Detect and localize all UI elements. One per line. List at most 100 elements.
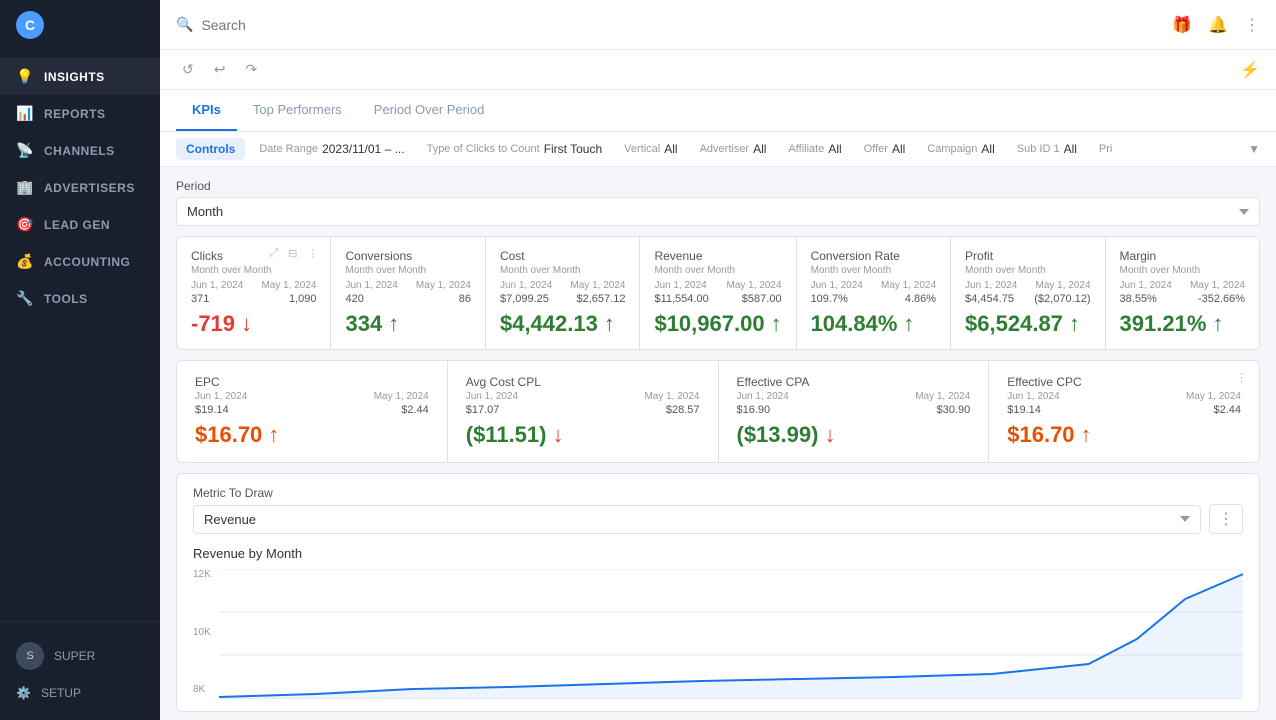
rev-dates: Jun 1, 2024 May 1, 2024 <box>654 280 781 291</box>
setup-link[interactable]: ⚙️ SETUP <box>0 678 160 708</box>
profit-title: Profit <box>965 249 1090 263</box>
notification-icon[interactable]: 🔔 <box>1208 15 1228 35</box>
eff-cpc-arrow-up: ↑ <box>1081 422 1092 448</box>
filter-card-icon[interactable]: ⊟ <box>284 245 301 262</box>
controls-label: Controls <box>186 142 235 156</box>
filter-affiliate[interactable]: Affiliate All <box>780 139 849 159</box>
leadgen-icon: 🎯 <box>16 216 34 233</box>
filter-vertical[interactable]: Vertical All <box>616 139 685 159</box>
sidebar-item-accounting[interactable]: 💰 ACCOUNTING <box>0 243 160 280</box>
tab-kpis[interactable]: KPIs <box>176 90 237 131</box>
undo2-button[interactable]: ↩ <box>208 57 232 82</box>
logo-icon: C <box>16 11 44 39</box>
sidebar: C 💡 INSIGHTS 📊 REPORTS 📡 CHANNELS 🏢 ADVE… <box>0 0 160 720</box>
sidebar-item-leadgen[interactable]: 🎯 LEAD GEN <box>0 206 160 243</box>
search-box: 🔍 <box>176 16 1160 33</box>
conv-values: 420 86 <box>345 293 470 305</box>
filter-offer[interactable]: Offer All <box>856 139 914 159</box>
filter-campaign[interactable]: Campaign All <box>919 139 1002 159</box>
filters-chevron-icon[interactable]: ▼ <box>1248 142 1260 156</box>
sidebar-item-reports[interactable]: 📊 REPORTS <box>0 95 160 132</box>
profit-arrow-up: ↑ <box>1069 311 1080 337</box>
avg-cpl-values: $17.07 $28.57 <box>466 404 700 416</box>
cost-values: $7,099.25 $2,657.12 <box>500 293 625 305</box>
sidebar-item-advertisers[interactable]: 🏢 ADVERTISERS <box>0 169 160 206</box>
profit-dates: Jun 1, 2024 May 1, 2024 <box>965 280 1090 291</box>
filter-icon[interactable]: ⚡ <box>1240 60 1260 80</box>
clicks-values: 371 1,090 <box>191 293 316 305</box>
kpi-card-profit: Profit Month over Month Jun 1, 2024 May … <box>951 237 1105 349</box>
undo-button[interactable]: ↺ <box>176 57 200 82</box>
main-content: 🔍 🎁 🔔 ⋮ ↺ ↩ ↷ ⚡ KPIs Top Performers Peri… <box>160 0 1276 720</box>
cost-arrow-up: ↑ <box>604 311 615 337</box>
metric-label: Metric To Draw <box>193 486 1243 500</box>
sidebar-item-tools[interactable]: 🔧 TOOLS <box>0 280 160 317</box>
filter-click-type[interactable]: Type of Clicks to Count First Touch <box>419 139 611 159</box>
conv-subtitle: Month over Month <box>345 265 470 276</box>
user-profile[interactable]: S SUPER <box>0 634 160 678</box>
sidebar-bottom: S SUPER ⚙️ SETUP <box>0 621 160 720</box>
gift-icon[interactable]: 🎁 <box>1172 15 1192 35</box>
eff-cpc-dates: Jun 1, 2024 May 1, 2024 <box>1007 391 1241 402</box>
metric-select-row: Revenue Clicks Conversions Cost Profit ⋮ <box>193 504 1243 534</box>
epc-arrow-up: ↑ <box>268 422 279 448</box>
sidebar-item-insights[interactable]: 💡 INSIGHTS <box>0 58 160 95</box>
period-select[interactable]: Month Day Week Quarter Year <box>176 197 1260 226</box>
avatar: S <box>16 642 44 670</box>
expand-icon[interactable]: ⤢ <box>265 245 282 262</box>
sidebar-item-label: TOOLS <box>44 292 88 306</box>
card-toolbar-cpc: ⋮ <box>1232 369 1251 386</box>
rev-title: Revenue <box>654 249 781 263</box>
metric-select[interactable]: Revenue Clicks Conversions Cost Profit <box>193 505 1201 534</box>
cr-dates: Jun 1, 2024 May 1, 2024 <box>811 280 936 291</box>
sidebar-item-label: INSIGHTS <box>44 70 105 84</box>
sidebar-item-label: ACCOUNTING <box>44 255 130 269</box>
conv-main: 334 ↑ <box>345 311 470 337</box>
kpi-card-conv-rate: Conversion Rate Month over Month Jun 1, … <box>797 237 951 349</box>
search-icon: 🔍 <box>176 16 193 33</box>
cost-subtitle: Month over Month <box>500 265 625 276</box>
tab-period-over-period[interactable]: Period Over Period <box>358 90 501 131</box>
clicks-date2: May 1, 2024 <box>261 280 316 291</box>
filter-pri[interactable]: Pri <box>1091 140 1120 158</box>
margin-title: Margin <box>1120 249 1245 263</box>
epc-title: EPC <box>195 375 429 389</box>
chart-more-button[interactable]: ⋮ <box>1209 504 1243 534</box>
clicks-main: -719 ↓ <box>191 311 316 337</box>
more-cpc-icon[interactable]: ⋮ <box>1232 369 1251 386</box>
chart-title: Revenue by Month <box>193 546 1243 561</box>
filter-advertiser[interactable]: Advertiser All <box>692 139 775 159</box>
kpi-card-revenue: Revenue Month over Month Jun 1, 2024 May… <box>640 237 796 349</box>
period-section: Period Month Day Week Quarter Year <box>176 179 1260 226</box>
y-label-12k: 12K <box>193 569 211 580</box>
filter-controls[interactable]: Controls <box>176 138 245 160</box>
chart-container: 12K 10K 8K <box>193 569 1243 699</box>
kpi-card-epc: EPC Jun 1, 2024 May 1, 2024 $19.14 $2.44… <box>177 361 448 462</box>
more-card-icon[interactable]: ⋮ <box>303 245 322 262</box>
tools-icon: 🔧 <box>16 290 34 307</box>
sidebar-item-channels[interactable]: 📡 CHANNELS <box>0 132 160 169</box>
topbar: 🔍 🎁 🔔 ⋮ <box>160 0 1276 50</box>
eff-cpa-values: $16.90 $30.90 <box>737 404 971 416</box>
setup-label: SETUP <box>41 686 81 700</box>
sidebar-nav: 💡 INSIGHTS 📊 REPORTS 📡 CHANNELS 🏢 ADVERT… <box>0 50 160 621</box>
epc-dates: Jun 1, 2024 May 1, 2024 <box>195 391 429 402</box>
clicks-arrow-down: ↓ <box>241 311 252 337</box>
eff-cpa-dates: Jun 1, 2024 May 1, 2024 <box>737 391 971 402</box>
search-input[interactable] <box>201 17 401 33</box>
kpi-row-2: EPC Jun 1, 2024 May 1, 2024 $19.14 $2.44… <box>176 360 1260 463</box>
profit-values: $4,454.75 ($2,070.12) <box>965 293 1090 305</box>
content-area: Period Month Day Week Quarter Year ⤢ ⊟ ⋮… <box>160 167 1276 720</box>
margin-main: 391.21% ↑ <box>1120 311 1245 337</box>
avg-cpl-arrow-down: ↓ <box>552 422 563 448</box>
filter-sub-id-1[interactable]: Sub ID 1 All <box>1009 139 1085 159</box>
filter-date-range[interactable]: Date Range 2023/11/01 – ... <box>251 139 412 159</box>
avg-cpl-main: ($11.51) ↓ <box>466 422 700 448</box>
cr-arrow-up: ↑ <box>903 311 914 337</box>
more-menu-icon[interactable]: ⋮ <box>1244 15 1260 35</box>
filters-row: Controls Date Range 2023/11/01 – ... Typ… <box>160 132 1276 167</box>
margin-subtitle: Month over Month <box>1120 265 1245 276</box>
redo-button[interactable]: ↷ <box>239 57 263 82</box>
cr-main: 104.84% ↑ <box>811 311 936 337</box>
tab-top-performers[interactable]: Top Performers <box>237 90 358 131</box>
